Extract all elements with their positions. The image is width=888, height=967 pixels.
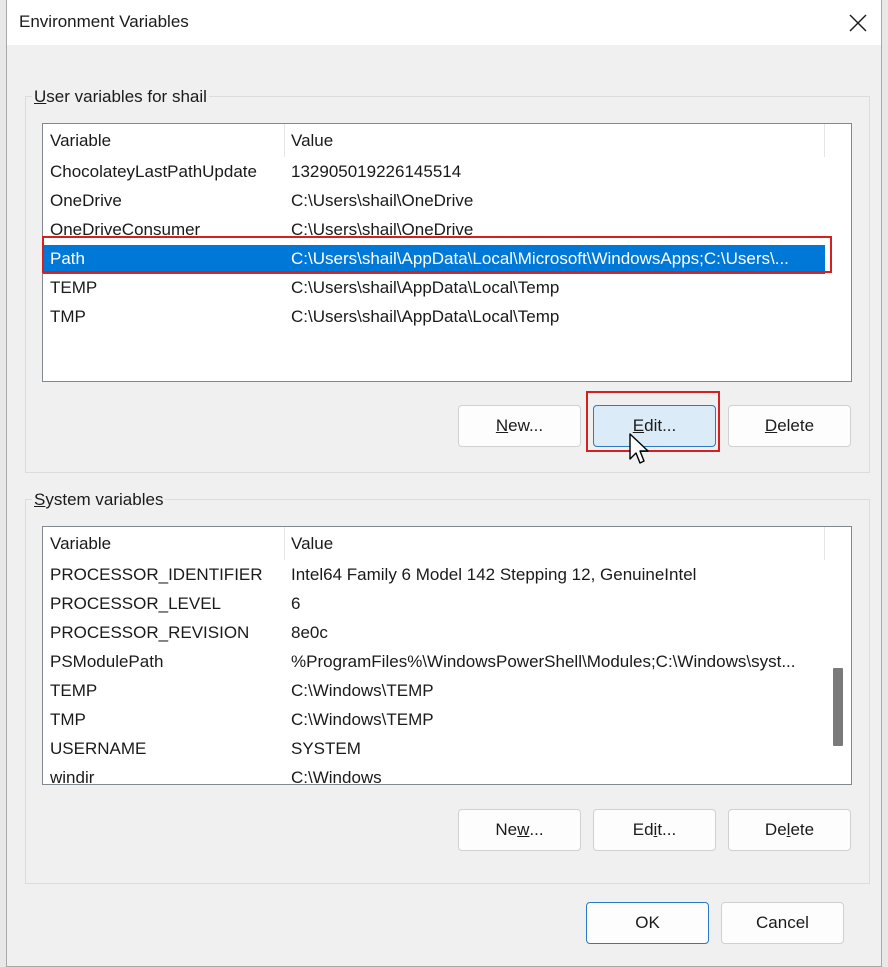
list-item[interactable]: TMP C:\Users\shail\AppData\Local\Temp bbox=[43, 303, 825, 332]
list-item[interactable]: OneDrive C:\Users\shail\OneDrive bbox=[43, 187, 825, 216]
vertical-scrollbar[interactable] bbox=[827, 560, 851, 784]
system-variables-label: System variables bbox=[32, 490, 166, 510]
column-header-value[interactable]: Value bbox=[291, 534, 333, 554]
cancel-button[interactable]: Cancel bbox=[721, 902, 844, 944]
user-variables-label: User variables for shail bbox=[32, 87, 209, 107]
list-item[interactable]: PROCESSOR_LEVEL 6 bbox=[43, 590, 825, 619]
user-delete-button[interactable]: Delete bbox=[728, 405, 851, 447]
column-header-variable[interactable]: Variable bbox=[50, 131, 111, 151]
list-header: Variable Value bbox=[43, 527, 851, 560]
system-delete-button[interactable]: De l ete bbox=[728, 809, 851, 851]
close-button[interactable] bbox=[835, 0, 881, 45]
list-item[interactable]: PROCESSOR_REVISION 8e0c bbox=[43, 619, 825, 648]
list-item[interactable]: TEMP C:\Users\shail\AppData\Local\Temp bbox=[43, 274, 825, 303]
list-item[interactable]: TMP C:\Windows\TEMP bbox=[43, 706, 825, 735]
environment-variables-dialog: Environment Variables User variables for… bbox=[6, 0, 882, 967]
close-icon bbox=[849, 14, 867, 31]
list-header: Variable Value bbox=[43, 124, 851, 157]
ok-button[interactable]: OK bbox=[586, 902, 709, 944]
list-item[interactable]: PROCESSOR_IDENTIFIER Intel64 Family 6 Mo… bbox=[43, 561, 825, 590]
column-header-value[interactable]: Value bbox=[291, 131, 333, 151]
list-item[interactable]: USERNAME SYSTEM bbox=[43, 735, 825, 764]
scrollbar-thumb[interactable] bbox=[833, 668, 843, 746]
list-item-selected[interactable]: Path C:\Users\shail\AppData\Local\Micros… bbox=[43, 245, 825, 274]
window-title: Environment Variables bbox=[19, 12, 189, 31]
title-bar: Environment Variables bbox=[7, 0, 881, 45]
list-item[interactable]: OneDriveConsumer C:\Users\shail\OneDrive bbox=[43, 216, 825, 245]
list-item[interactable]: PSModulePath %ProgramFiles%\WindowsPower… bbox=[43, 648, 825, 677]
user-new-button[interactable]: New... bbox=[458, 405, 581, 447]
system-variables-list[interactable]: Variable Value PROCESSOR_IDENTIFIER Inte… bbox=[42, 526, 852, 785]
user-edit-button[interactable]: Edit... bbox=[593, 405, 716, 447]
list-item[interactable]: TEMP C:\Windows\TEMP bbox=[43, 677, 825, 706]
list-item[interactable]: ChocolateyLastPathUpdate 132905019226145… bbox=[43, 158, 825, 187]
column-header-variable[interactable]: Variable bbox=[50, 534, 111, 554]
system-new-button[interactable]: Ne w... bbox=[458, 809, 581, 851]
list-item[interactable]: windir C:\Windows bbox=[43, 764, 825, 784]
system-edit-button[interactable]: Ed i t... bbox=[593, 809, 716, 851]
user-variables-list[interactable]: Variable Value ChocolateyLastPathUpdate … bbox=[42, 123, 852, 382]
